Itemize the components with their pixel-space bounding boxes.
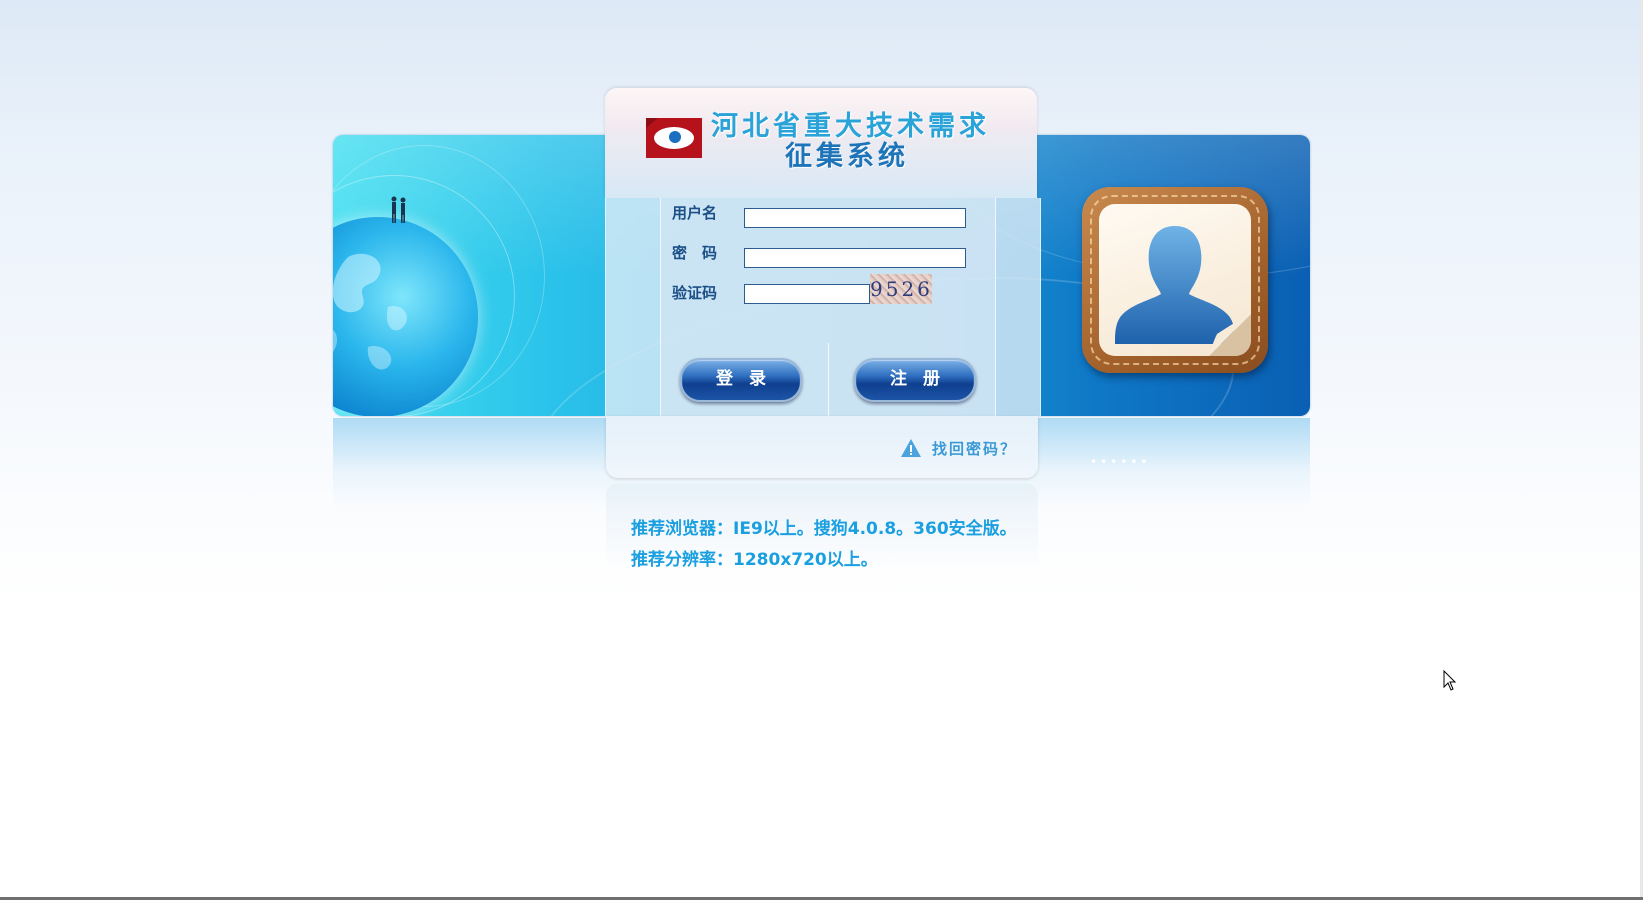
globe-icon <box>333 217 478 416</box>
recommended-resolution-text: 推荐分辨率：1280x720以上。 <box>631 550 878 570</box>
eye-logo-icon <box>646 118 702 158</box>
captcha-label: 验证码 <box>672 284 718 302</box>
recommended-browser-text: 推荐浏览器：IE9以上。搜狗4.0.8。360安全版。 <box>631 519 1017 539</box>
login-panel-footer: 找回密码？ <box>606 416 1038 478</box>
login-form: 用户名 密 码 验证码 9526 登录 注册 <box>605 198 1041 416</box>
people-icon <box>391 196 406 223</box>
register-button[interactable]: 注册 <box>854 358 976 402</box>
system-title-line2: 征集系统 <box>785 141 909 172</box>
captcha-image[interactable]: 9526 <box>870 274 932 304</box>
login-button[interactable]: 登录 <box>680 358 802 402</box>
warning-triangle-icon <box>901 439 921 457</box>
button-divider <box>828 343 829 416</box>
captcha-field[interactable] <box>744 284 870 304</box>
forgot-password-link[interactable]: 找回密码？ <box>932 438 1017 459</box>
reflection-dots: •••••• <box>1090 455 1151 469</box>
avatar <box>1082 187 1268 373</box>
password-field[interactable] <box>744 248 966 268</box>
mouse-cursor-icon <box>1443 670 1457 691</box>
username-field[interactable] <box>744 208 966 228</box>
login-panel-header: 河北省重大技术需求 征集系统 <box>605 88 1037 198</box>
user-silhouette-icon <box>1099 204 1251 356</box>
username-label: 用户名 <box>672 204 718 222</box>
password-label: 密 码 <box>672 244 718 262</box>
